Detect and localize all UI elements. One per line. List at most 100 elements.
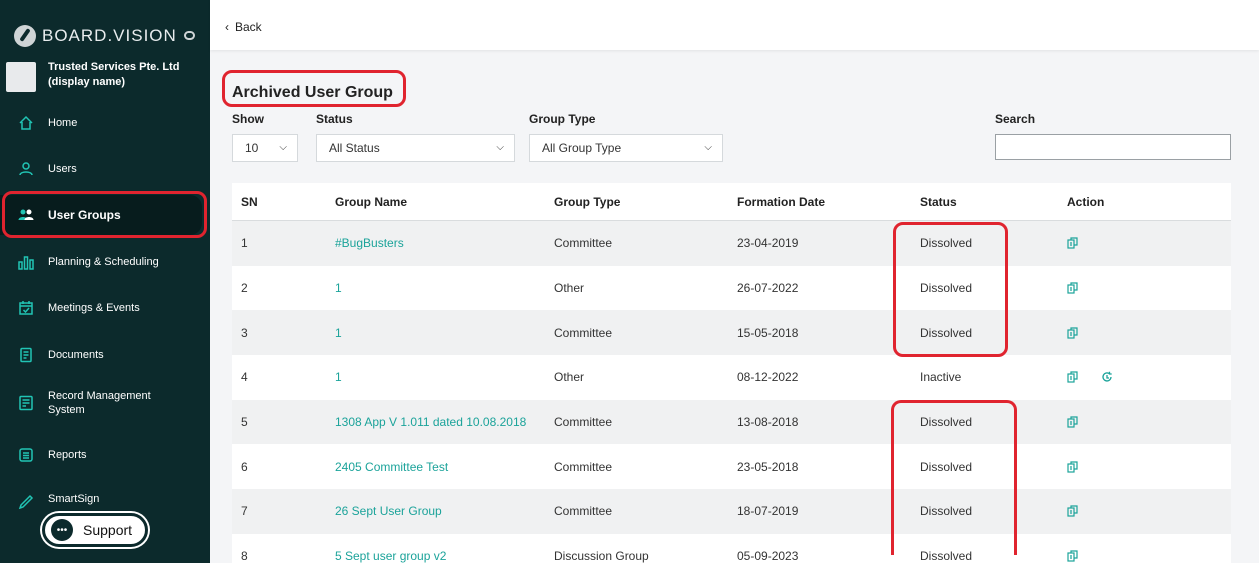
- cell-status: Dissolved: [920, 504, 973, 519]
- column-header-group-name[interactable]: Group Name: [335, 195, 554, 209]
- sidebar-item-label: Reports: [48, 449, 87, 461]
- group-type-filter-select[interactable]: All Group Type ⌵: [529, 134, 723, 162]
- cell-formation-date: 05-09-2023: [737, 549, 799, 563]
- group-name-link[interactable]: 26 Sept User Group: [335, 504, 442, 518]
- cell-group-type: Committee: [554, 459, 613, 474]
- cell-formation-date: 26-07-2022: [737, 281, 799, 296]
- table-header: SN Group Name Group Type Formation Date …: [232, 183, 1231, 221]
- group-name-link[interactable]: 1: [335, 370, 342, 384]
- sidebar-item-label: Home: [48, 117, 78, 129]
- show-label: Show: [232, 112, 264, 126]
- record-icon: [18, 395, 34, 411]
- search-input[interactable]: [995, 134, 1231, 160]
- group-name-link[interactable]: 1: [335, 281, 342, 295]
- column-header-group-type[interactable]: Group Type: [554, 195, 737, 209]
- table-row: 2 1 Other 26-07-2022 Dissolved: [232, 265, 1231, 311]
- sidebar-item-label: SmartSign: [48, 493, 100, 505]
- cell-group-type: Committee: [554, 504, 613, 519]
- page-title: Archived User Group: [232, 84, 393, 101]
- status-filter-value: All Status: [329, 141, 380, 155]
- page-size-select[interactable]: 10 ⌵: [232, 134, 298, 162]
- copy-icon[interactable]: [1067, 461, 1079, 473]
- support-button[interactable]: ••• Support: [42, 513, 148, 547]
- cell-group-type: Other: [554, 370, 585, 385]
- sidebar-item-record-management[interactable]: Record Management System: [0, 383, 210, 423]
- table-row: 4 1 Other 08-12-2022 Inactive: [232, 355, 1231, 400]
- copy-icon[interactable]: [1067, 371, 1079, 384]
- sidebar-item-planning-scheduling[interactable]: Planning & Scheduling: [0, 242, 210, 282]
- copy-icon[interactable]: [1067, 282, 1079, 294]
- column-header-formation-date[interactable]: Formation Date: [737, 195, 920, 209]
- chat-icon: •••: [51, 519, 73, 541]
- sidebar: BOARD.VISION Trusted Services Pte. Ltd (…: [0, 0, 210, 563]
- cell-status: Dissolved: [920, 281, 973, 296]
- sidebar-item-home[interactable]: Home: [0, 103, 210, 143]
- brand-logo[interactable]: BOARD.VISION: [14, 24, 177, 48]
- cell-action: [1067, 282, 1231, 294]
- cell-formation-date: 08-12-2022: [737, 370, 799, 385]
- back-button[interactable]: ‹ Back: [225, 20, 262, 34]
- sidebar-item-label: User Groups: [48, 208, 121, 222]
- cell-sn: 3: [241, 325, 248, 340]
- sidebar-item-reports[interactable]: Reports: [0, 435, 210, 475]
- column-header-action: Action: [1067, 194, 1105, 209]
- copy-icon[interactable]: [1067, 416, 1079, 428]
- column-header-sn[interactable]: SN: [232, 195, 335, 209]
- document-icon: [18, 347, 34, 363]
- group-name-link[interactable]: 1: [335, 326, 342, 340]
- sidebar-toggle-icon[interactable]: [184, 31, 195, 40]
- table-row: 1 #BugBusters Committee 23-04-2019 Dissolved: [232, 221, 1231, 266]
- group-name-link[interactable]: 5 Sept user group v2: [335, 549, 446, 563]
- support-label: Support: [83, 522, 133, 538]
- sidebar-item-meetings-events[interactable]: Meetings & Events: [0, 288, 210, 328]
- cell-sn: 7: [241, 504, 248, 519]
- pen-icon: [18, 494, 34, 510]
- users-icon: [18, 207, 34, 223]
- org-avatar: [6, 62, 36, 92]
- cell-status: Dissolved: [920, 415, 973, 430]
- sidebar-item-user-groups[interactable]: User Groups: [0, 195, 202, 235]
- user-icon: [18, 161, 34, 177]
- cell-sn: 2: [241, 281, 248, 296]
- sidebar-item-label: Meetings & Events: [48, 302, 140, 314]
- cell-group-type: Committee: [554, 325, 613, 340]
- cell-formation-date: 23-04-2019: [737, 236, 799, 251]
- bar-chart-icon: [18, 254, 34, 270]
- cell-group-type: Committee: [554, 415, 613, 430]
- org-switcher[interactable]: Trusted Services Pte. Ltd (display name): [6, 60, 198, 92]
- column-header-status[interactable]: Status: [920, 195, 1067, 209]
- cell-action: [1067, 371, 1231, 384]
- cell-action: [1067, 416, 1231, 428]
- chevron-down-icon: ⌵: [704, 142, 712, 153]
- cell-formation-date: 18-07-2019: [737, 504, 799, 519]
- group-name-link[interactable]: 1308 App V 1.011 dated 10.08.2018: [335, 415, 526, 429]
- cell-action: [1067, 327, 1231, 339]
- cell-status: Dissolved: [920, 325, 973, 340]
- copy-icon[interactable]: [1067, 327, 1079, 339]
- cell-formation-date: 23-05-2018: [737, 459, 799, 474]
- cell-action: [1067, 237, 1231, 249]
- sidebar-item-documents[interactable]: Documents: [0, 335, 210, 375]
- cell-action: [1067, 461, 1231, 473]
- copy-icon[interactable]: [1067, 237, 1079, 249]
- copy-icon[interactable]: [1067, 505, 1079, 518]
- chevron-left-icon: ‹: [225, 20, 229, 34]
- report-icon: [18, 447, 34, 463]
- status-filter-select[interactable]: All Status ⌵: [316, 134, 515, 162]
- restore-icon[interactable]: [1101, 371, 1113, 383]
- sidebar-item-users[interactable]: Users: [0, 149, 210, 189]
- cell-sn: 6: [241, 459, 248, 474]
- table-row: 3 1 Committee 15-05-2018 Dissolved: [232, 310, 1231, 356]
- cell-status: Inactive: [920, 370, 962, 385]
- cell-sn: 4: [241, 370, 248, 385]
- top-bar: ‹ Back: [210, 0, 1259, 50]
- cell-formation-date: 15-05-2018: [737, 325, 799, 340]
- group-name-link[interactable]: #BugBusters: [335, 236, 404, 250]
- sidebar-item-label: Planning & Scheduling: [48, 256, 159, 268]
- search-label: Search: [995, 112, 1036, 126]
- user-group-table: SN Group Name Group Type Formation Date …: [232, 183, 1231, 563]
- group-name-link[interactable]: 2405 Committee Test: [335, 460, 448, 474]
- copy-icon[interactable]: [1067, 550, 1079, 562]
- cell-group-type: Discussion Group: [554, 549, 649, 563]
- cell-sn: 1: [241, 236, 248, 251]
